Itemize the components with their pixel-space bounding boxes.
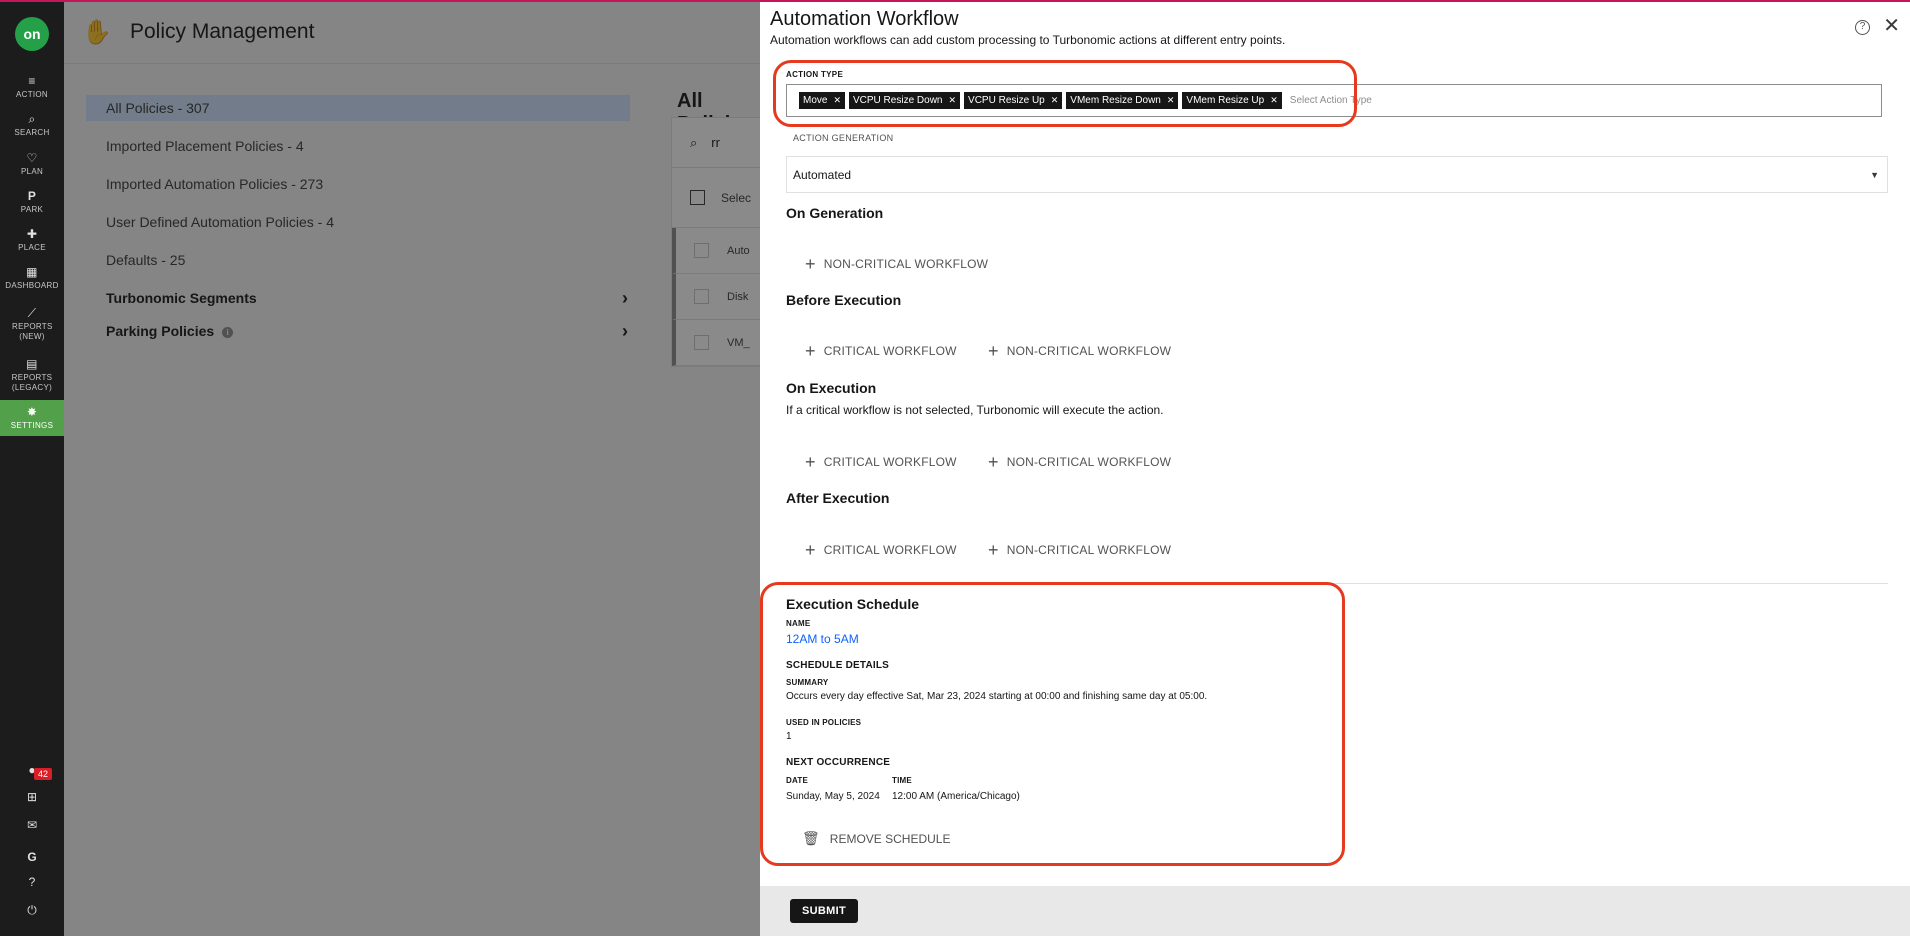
help-circle-icon[interactable]: ? [0, 875, 64, 889]
action-tag[interactable]: VCPU Resize Down ✕ [849, 92, 961, 109]
plus-icon: + [805, 341, 816, 361]
chart-icon: ⟋ [27, 305, 37, 320]
power-icon[interactable]: ⏻ [0, 903, 64, 918]
plus-icon: + [988, 540, 999, 560]
summary-value: Occurs every day effective Sat, Mar 23, … [786, 691, 1208, 702]
next-occurrence-label: NEXT OCCURRENCE [786, 757, 891, 768]
gift-icon[interactable]: ⊞ [0, 790, 64, 804]
action-tag[interactable]: Move ✕ [799, 92, 845, 109]
puzzle-icon: ✚ [26, 226, 38, 241]
on-generation-noncritical-button[interactable]: + NON-CRITICAL WORKFLOW [805, 254, 988, 274]
dashboard-icon: ▦ [26, 264, 38, 279]
lightbulb-icon: ♡ [26, 150, 38, 165]
search-icon: ⌕ [28, 111, 36, 126]
action-type-placeholder[interactable]: Select Action Type [1290, 95, 1372, 106]
before-execution-title: Before Execution [786, 292, 902, 308]
remove-tag-icon[interactable]: ✕ [1167, 92, 1175, 109]
remove-tag-icon[interactable]: ✕ [948, 92, 956, 109]
date-value: Sunday, May 5, 2024 [786, 791, 880, 802]
top-accent-bar [0, 0, 1910, 2]
plus-icon: + [805, 540, 816, 560]
plus-icon: + [805, 254, 816, 274]
plus-icon: + [988, 452, 999, 472]
notification-badge: 42 [34, 768, 53, 780]
plus-icon: + [988, 341, 999, 361]
action-tag[interactable]: VCPU Resize Up ✕ [964, 92, 1063, 109]
action-type-label: ACTION TYPE [786, 70, 844, 79]
app-logo[interactable]: on [15, 17, 49, 51]
remove-tag-icon[interactable]: ✕ [833, 92, 841, 109]
nav-dashboard[interactable]: ▦ DASHBOARD [0, 259, 64, 297]
action-generation-select[interactable]: Automated ▼ [786, 156, 1888, 193]
time-label: TIME [892, 776, 912, 785]
gear-icon: ✸ [26, 404, 38, 419]
on-execution-title: On Execution [786, 380, 877, 396]
nav-search[interactable]: ⌕ SEARCH [0, 106, 64, 144]
help-icon[interactable]: ? [1855, 20, 1870, 35]
nav-park[interactable]: P PARK [0, 183, 64, 221]
g-icon[interactable]: G [0, 850, 64, 864]
execution-schedule-title: Execution Schedule [786, 596, 920, 612]
left-nav: on ≡ ACTION ⌕ SEARCH ♡ PLAN P PARK ✚ PLA… [0, 0, 64, 936]
action-tag[interactable]: VMem Resize Up ✕ [1182, 92, 1282, 109]
used-in-policies-label: USED IN POLICIES [786, 718, 862, 727]
clipboard-icon: ▤ [26, 356, 38, 371]
on-generation-title: On Generation [786, 205, 884, 221]
after-execution-title: After Execution [786, 490, 890, 506]
after-execution-noncritical-button[interactable]: + NON-CRITICAL WORKFLOW [988, 540, 1171, 560]
nav-plan[interactable]: ♡ PLAN [0, 145, 64, 183]
nav-reports-new[interactable]: ⟋ REPORTS (NEW) [0, 302, 64, 346]
remove-schedule-button[interactable]: 🗑 REMOVE SCHEDULE [802, 830, 950, 847]
trash-icon: 🗑 [802, 830, 820, 846]
used-in-policies-value: 1 [786, 731, 792, 742]
remove-tag-icon[interactable]: ✕ [1270, 92, 1278, 109]
action-type-multiselect[interactable]: Move ✕ VCPU Resize Down ✕ VCPU Resize Up ✕ … [786, 84, 1882, 117]
modal-overlay[interactable] [64, 0, 760, 936]
date-label: DATE [786, 776, 808, 785]
before-execution-noncritical-button[interactable]: + NON-CRITICAL WORKFLOW [988, 341, 1171, 361]
time-value: 12:00 AM (America/Chicago) [892, 791, 1020, 802]
schedule-details-label: SCHEDULE DETAILS [786, 660, 890, 671]
schedule-name-link[interactable]: 12AM to 5AM [786, 632, 859, 646]
panel-title: Automation Workflow [770, 8, 959, 30]
notifications-icon[interactable]: ● [0, 763, 64, 777]
panel-footer: SUBMIT [760, 886, 1910, 936]
summary-label: SUMMARY [786, 678, 829, 687]
submit-button[interactable]: SUBMIT [790, 899, 858, 923]
automation-workflow-panel: Automation Workflow Automation workflows… [760, 0, 1910, 936]
on-execution-noncritical-button[interactable]: + NON-CRITICAL WORKFLOW [988, 452, 1171, 472]
plus-icon: + [805, 452, 816, 472]
caret-down-icon: ▼ [1870, 170, 1879, 180]
nav-settings[interactable]: ✸ SETTINGS [0, 400, 64, 436]
remove-tag-icon[interactable]: ✕ [1051, 92, 1059, 109]
nav-action[interactable]: ≡ ACTION [0, 68, 64, 106]
schedule-name-label: NAME [786, 619, 811, 628]
mail-icon[interactable]: ✉ [0, 818, 64, 832]
panel-subtitle: Automation workflows can add custom proc… [770, 33, 1286, 47]
close-icon[interactable]: ✕ [1883, 16, 1900, 36]
section-divider [786, 583, 1888, 584]
before-execution-critical-button[interactable]: + CRITICAL WORKFLOW [805, 341, 957, 361]
action-icon: ≡ [28, 73, 36, 88]
after-execution-critical-button[interactable]: + CRITICAL WORKFLOW [805, 540, 957, 560]
nav-place[interactable]: ✚ PLACE [0, 221, 64, 259]
action-tag[interactable]: VMem Resize Down ✕ [1066, 92, 1179, 109]
nav-reports-legacy[interactable]: ▤ REPORTS (LEGACY) [0, 352, 64, 398]
action-generation-label: ACTION GENERATION [793, 133, 894, 143]
on-execution-critical-button[interactable]: + CRITICAL WORKFLOW [805, 452, 957, 472]
park-icon: P [27, 188, 37, 203]
on-execution-note: If a critical workflow is not selected, … [786, 403, 1164, 417]
